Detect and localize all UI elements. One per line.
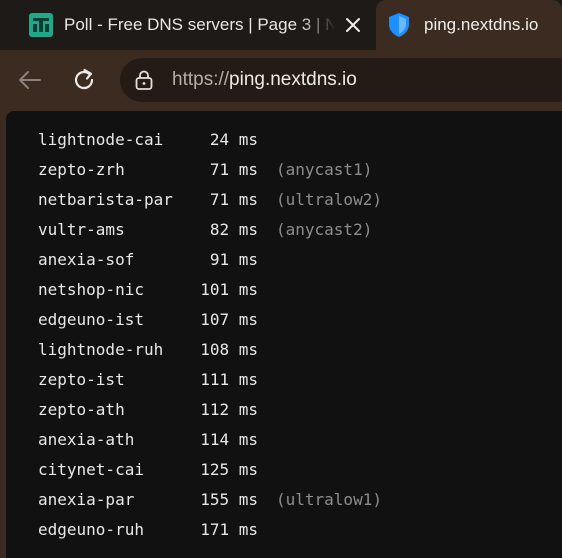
server-name: vultr-ams <box>38 220 125 239</box>
tab-title: Poll - Free DNS servers | Page 3 | N <box>64 15 334 34</box>
address-bar[interactable]: https://ping.nextdns.io <box>120 58 562 102</box>
server-name: lightnode-cai <box>38 130 164 149</box>
server-name: zepto-zrh <box>38 160 125 179</box>
server-name: anexia-ath <box>38 430 135 449</box>
server-name: lightnode-ruh <box>38 340 164 359</box>
tab-ping-nextdns[interactable]: ping.nextdns.io <box>376 0 562 50</box>
url-scheme: https:// <box>172 69 230 90</box>
server-name: edgeuno-ruh <box>38 520 144 539</box>
latency-value: 82 ms <box>209 220 258 239</box>
latency-value: 111 ms <box>200 370 258 389</box>
toolbar: https://ping.nextdns.io <box>0 50 562 110</box>
latency-value: 24 ms <box>209 130 258 149</box>
reload-button[interactable] <box>66 62 102 98</box>
server-note: (ultralow1) <box>276 490 382 509</box>
browser-window: Poll - Free DNS servers | Page 3 | N pin… <box>0 0 562 558</box>
url-host: ping.nextdns.io <box>229 69 357 90</box>
server-name: netshop-nic <box>38 280 144 299</box>
server-name: citynet-cai <box>38 460 144 479</box>
latency-value: 71 ms <box>209 190 258 209</box>
latency-value: 171 ms <box>200 520 258 539</box>
close-icon[interactable] <box>342 14 364 36</box>
server-note: (anycast2) <box>276 220 373 239</box>
server-note: (ultralow2) <box>276 190 382 209</box>
latency-value: 125 ms <box>200 460 258 479</box>
tab-title-fade <box>300 10 336 40</box>
latency-value: 112 ms <box>200 400 258 419</box>
back-button[interactable] <box>12 62 48 98</box>
tab-strip: Poll - Free DNS servers | Page 3 | N pin… <box>0 0 562 50</box>
server-name: edgeuno-ist <box>38 310 144 329</box>
tab-poll[interactable]: Poll - Free DNS servers | Page 3 | N <box>0 0 376 50</box>
url-text: https://ping.nextdns.io <box>172 68 357 92</box>
page-content: lightnode-cai 24 ms zepto-zrh 71 ms (anycast… <box>6 111 562 558</box>
latency-value: 91 ms <box>209 250 258 269</box>
shield-icon <box>389 13 409 37</box>
back-arrow-icon <box>19 71 41 89</box>
tab-title: ping.nextdns.io <box>424 15 539 34</box>
server-name: netbarista-par <box>38 190 173 209</box>
latency-value: 107 ms <box>200 310 258 329</box>
latency-value: 114 ms <box>200 430 258 449</box>
lock-icon[interactable] <box>134 70 154 90</box>
server-note: (anycast1) <box>276 160 373 179</box>
server-name: anexia-sof <box>38 250 135 269</box>
latency-value: 101 ms <box>200 280 258 299</box>
reload-icon <box>74 68 94 90</box>
server-name: anexia-par <box>38 490 135 509</box>
server-name: zepto-ath <box>38 400 125 419</box>
latency-value: 108 ms <box>200 340 258 359</box>
latency-value: 155 ms <box>200 490 258 509</box>
server-name: zepto-ist <box>38 370 125 389</box>
poll-site-icon <box>29 13 53 37</box>
latency-value: 71 ms <box>209 160 258 179</box>
